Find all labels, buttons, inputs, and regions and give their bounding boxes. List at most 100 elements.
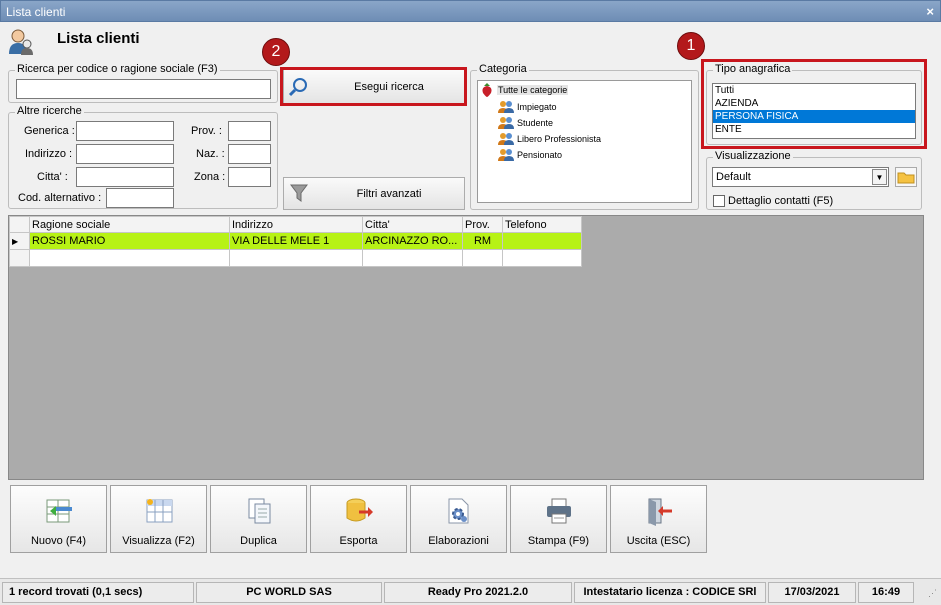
highlight-box-tipo	[701, 59, 927, 149]
tree-root[interactable]: Tutte le categorie	[480, 83, 569, 97]
visualizza-button[interactable]: Visualizza (F2)	[110, 485, 207, 553]
other-search-group: Altre ricerche Generica : Indirizzo : Ci…	[8, 105, 278, 209]
status-records: 1 record trovati (0,1 secs)	[2, 582, 194, 603]
status-time: 16:49	[858, 582, 914, 603]
visualizzazione-select[interactable]: Default ▼	[712, 167, 889, 187]
elaborazioni-button[interactable]: Elaborazioni	[410, 485, 507, 553]
empty-cell[interactable]	[362, 249, 463, 267]
tree-item[interactable]: Pensionato	[498, 148, 562, 161]
cell-indirizzo[interactable]: VIA DELLE MELE 1	[229, 232, 363, 250]
table-row[interactable]: ▶ ROSSI MARIO VIA DELLE MELE 1 ARCINAZZO…	[9, 232, 582, 250]
clients-icon	[9, 29, 33, 55]
row-indicator	[9, 249, 30, 267]
tree-item-label: Libero Professionista	[517, 133, 602, 144]
funnel-icon	[290, 184, 308, 202]
categoria-label: Categoria	[477, 63, 529, 75]
cod-alt-input[interactable]	[106, 188, 174, 208]
stampa-label: Stampa (F9)	[527, 535, 590, 547]
generica-input[interactable]	[76, 121, 174, 141]
duplica-button[interactable]: Duplica	[210, 485, 307, 553]
tree-item[interactable]: Impiegato	[498, 100, 557, 113]
column-header[interactable]: Indirizzo	[229, 216, 363, 233]
status-version: Ready Pro 2021.2.0	[384, 582, 572, 603]
resize-grip-icon[interactable]: ⋰	[928, 588, 937, 599]
indirizzo-input[interactable]	[76, 144, 174, 164]
empty-cell[interactable]	[462, 249, 503, 267]
other-search-label: Altre ricerche	[15, 105, 84, 117]
naz-input[interactable]	[228, 144, 271, 164]
uscita-button[interactable]: Uscita (ESC)	[610, 485, 707, 553]
column-header[interactable]: Telefono	[502, 216, 582, 233]
citta-input[interactable]	[76, 167, 174, 187]
view-table-icon	[146, 499, 173, 523]
dettaglio-label: Dettaglio contatti (F5)	[728, 195, 834, 207]
new-row-icon	[46, 499, 72, 523]
printer-icon	[547, 498, 571, 524]
cell-ragione-sociale[interactable]: ROSSI MARIO	[29, 232, 230, 250]
esporta-button[interactable]: Esporta	[310, 485, 407, 553]
nuovo-label: Nuovo (F4)	[30, 535, 87, 547]
citta-label: Citta' :	[37, 171, 68, 183]
cell-telefono[interactable]	[502, 232, 582, 250]
results-table: Ragione sociale Indirizzo Citta' Prov. T…	[9, 216, 582, 267]
search-input[interactable]	[16, 79, 271, 99]
zona-input[interactable]	[228, 167, 271, 187]
nuovo-button[interactable]: Nuovo (F4)	[10, 485, 107, 553]
empty-cell[interactable]	[229, 249, 363, 267]
highlight-box-search	[280, 67, 467, 106]
table-header-row: Ragione sociale Indirizzo Citta' Prov. T…	[9, 216, 582, 233]
processing-gear-icon	[448, 498, 469, 524]
users-icon	[498, 101, 514, 113]
indirizzo-label: Indirizzo :	[25, 148, 73, 160]
column-header[interactable]: Citta'	[362, 216, 463, 233]
step-badge-2: 2	[262, 38, 290, 66]
exit-door-icon	[648, 498, 672, 526]
uscita-label: Uscita (ESC)	[626, 535, 691, 547]
chevron-down-icon[interactable]: ▼	[872, 169, 887, 185]
status-date: 17/03/2021	[768, 582, 856, 603]
users-icon	[498, 149, 514, 161]
elaborazioni-label: Elaborazioni	[428, 535, 489, 547]
empty-cell[interactable]	[502, 249, 582, 267]
row-pointer-icon: ▶	[9, 232, 30, 250]
zona-label: Zona :	[194, 171, 226, 183]
tree-item[interactable]: Studente	[498, 116, 553, 129]
status-bar: 1 record trovati (0,1 secs) PC WORLD SAS…	[0, 578, 941, 605]
categoria-group: Categoria Tutte le categorie Impiegato S…	[470, 63, 699, 210]
categoria-tree[interactable]: Tutte le categorie Impiegato Studente Li…	[477, 80, 692, 203]
prov-label: Prov. :	[191, 125, 222, 137]
visualizzazione-label: Visualizzazione	[713, 150, 793, 162]
duplicate-icon	[248, 498, 271, 524]
cod-alt-label: Cod. alternativo :	[18, 192, 102, 204]
generica-label: Generica :	[24, 125, 75, 137]
esporta-label: Esporta	[339, 535, 378, 547]
empty-cell[interactable]	[29, 249, 230, 267]
title-bar: Lista clienti ×	[0, 0, 941, 22]
page-title: Lista clienti	[57, 30, 140, 47]
folder-button[interactable]	[895, 167, 917, 187]
stampa-button[interactable]: Stampa (F9)	[510, 485, 607, 553]
visualizzazione-value: Default	[716, 171, 751, 183]
strawberry-icon	[482, 83, 492, 97]
column-header[interactable]: Ragione sociale	[29, 216, 230, 233]
visualizzazione-group: Visualizzazione Default ▼ Dettaglio cont…	[706, 150, 922, 210]
table-row-empty[interactable]	[9, 249, 582, 267]
advanced-filters-button[interactable]: Filtri avanzati	[283, 177, 465, 210]
search-group-label: Ricerca per codice o ragione sociale (F3…	[15, 63, 220, 75]
row-indicator-header	[9, 216, 30, 233]
cell-citta[interactable]: ARCINAZZO RO...	[362, 232, 463, 250]
folder-icon	[897, 172, 915, 184]
step-badge-1: 1	[677, 32, 705, 60]
users-icon	[498, 133, 514, 145]
naz-label: Naz. :	[196, 148, 225, 160]
tree-item[interactable]: Libero Professionista	[498, 132, 601, 145]
tree-item-label: Studente	[517, 117, 554, 128]
tree-item-label: Pensionato	[517, 149, 563, 160]
prov-input[interactable]	[228, 121, 271, 141]
close-icon[interactable]: ×	[926, 1, 934, 23]
results-grid[interactable]: Ragione sociale Indirizzo Citta' Prov. T…	[8, 215, 924, 480]
cell-prov[interactable]: RM	[462, 232, 503, 250]
column-header[interactable]: Prov.	[462, 216, 503, 233]
dettaglio-checkbox[interactable]	[713, 195, 725, 207]
export-database-icon	[346, 498, 373, 522]
